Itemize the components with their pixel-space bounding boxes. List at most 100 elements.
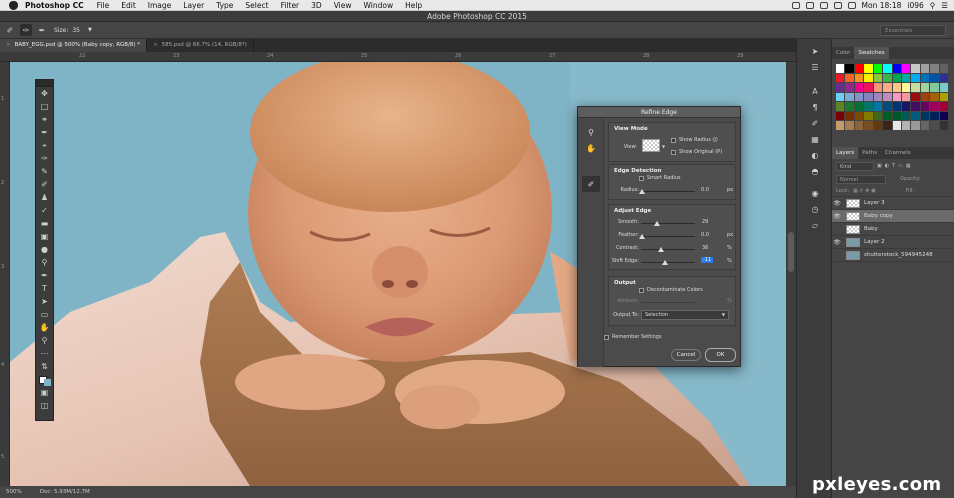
zoom-level[interactable]: 500% [6, 489, 22, 495]
layer-row[interactable]: shutterstock_594945248 [832, 249, 954, 262]
menu-help[interactable]: Help [405, 1, 422, 10]
menu-select[interactable]: Select [245, 1, 268, 10]
layer-comps-icon[interactable]: ▱ [797, 217, 833, 233]
clone-stamp-tool-icon[interactable]: ♟ [36, 191, 53, 204]
color-swatch[interactable] [854, 111, 864, 120]
color-swatch[interactable] [854, 102, 864, 111]
visibility-eye-icon[interactable]: 👁 [832, 213, 842, 220]
tab-layers[interactable]: Layers [832, 147, 859, 159]
layer-row[interactable]: 👁 Layer 3 [832, 197, 954, 210]
pixel-filter-icon[interactable]: ▣ [877, 163, 882, 169]
color-swatch[interactable] [930, 73, 939, 82]
tab-color[interactable]: Color [832, 47, 854, 59]
swap-colors-icon[interactable]: ⇅ [36, 360, 53, 373]
color-swatch[interactable] [911, 83, 920, 92]
vertical-scrollbar[interactable] [786, 62, 796, 486]
wifi-icon[interactable] [819, 2, 828, 9]
color-swatch[interactable] [873, 111, 883, 120]
color-swatch[interactable] [845, 111, 854, 120]
menu-window[interactable]: Window [364, 1, 394, 10]
feather-slider-knob[interactable] [639, 234, 645, 239]
eyedropper-tool-icon[interactable]: ✑ [36, 152, 53, 165]
hand-icon[interactable]: ✋ [578, 140, 604, 156]
size-dropdown-icon[interactable]: ▼ [88, 27, 92, 33]
type-tool-icon[interactable]: T [36, 282, 53, 295]
smooth-slider-knob[interactable] [654, 221, 660, 226]
color-swatch[interactable] [845, 92, 854, 101]
visibility-eye-icon[interactable]: 👁 [832, 200, 842, 207]
color-swatch[interactable] [836, 121, 845, 130]
ok-button[interactable]: OK [705, 348, 736, 362]
color-swatch[interactable] [836, 64, 845, 73]
quick-select-tool-icon[interactable]: ✒ [36, 126, 53, 139]
color-swatch[interactable] [873, 64, 883, 73]
color-swatch[interactable] [892, 102, 901, 111]
smart-object-filter-icon[interactable]: ▦ [906, 163, 911, 169]
color-swatch[interactable] [845, 83, 854, 92]
dialog-title[interactable]: Refine Edge [578, 107, 740, 118]
shift-edge-slider-knob[interactable] [662, 260, 668, 265]
properties-icon[interactable]: ☰ [797, 59, 833, 75]
smooth-value[interactable]: 29 [702, 219, 708, 225]
styles-icon[interactable]: ◓ [797, 163, 833, 179]
output-to-select[interactable]: Selection ▼ [641, 310, 729, 320]
skype-icon[interactable] [791, 2, 800, 9]
gradient-tool-icon[interactable]: ▣ [36, 230, 53, 243]
radius-slider[interactable] [641, 191, 695, 192]
color-swatch[interactable] [864, 73, 873, 82]
menubar-clock[interactable]: Mon 18:18 [862, 1, 902, 10]
cancel-button[interactable]: Cancel [671, 349, 701, 361]
menu-image[interactable]: Image [148, 1, 172, 10]
contrast-slider-knob[interactable] [658, 247, 664, 252]
tab-baby-egg[interactable]: × BABY_EGG.psd @ 500% (Baby copy, RGB/8) … [0, 39, 148, 52]
color-swatch[interactable] [930, 121, 939, 130]
menu-layer[interactable]: Layer [183, 1, 204, 10]
smart-radius-checkbox[interactable] [639, 176, 644, 181]
layer-row[interactable]: 👁 Baby copy [832, 210, 954, 223]
color-swatch[interactable] [930, 64, 939, 73]
lasso-tool-icon[interactable]: ⚭ [36, 113, 53, 126]
tab-585[interactable]: × 585.psd @ 66.7% (14, RGB/8*) [147, 39, 254, 52]
color-swatch[interactable] [930, 92, 939, 101]
app-name-menu[interactable]: Photoshop CC [25, 1, 84, 10]
color-swatch[interactable] [883, 111, 892, 120]
paragraph-icon[interactable]: ¶ [797, 99, 833, 115]
visibility-eye-icon[interactable]: 👁 [832, 239, 842, 246]
close-icon[interactable]: × [6, 42, 11, 48]
feather-slider[interactable] [641, 236, 695, 237]
color-swatch-icon[interactable] [36, 373, 53, 386]
color-swatch[interactable] [911, 102, 920, 111]
color-swatch[interactable] [911, 73, 920, 82]
apple-icon[interactable] [9, 0, 18, 10]
lock-icons[interactable]: ▦ ✐ ✥ ▣ [853, 188, 876, 194]
history-icon[interactable]: ➤ [797, 43, 833, 59]
color-swatch[interactable] [892, 64, 901, 73]
shape-filter-icon[interactable]: ▭ [898, 163, 903, 169]
color-swatch[interactable] [901, 102, 911, 111]
color-swatch[interactable] [939, 121, 948, 130]
color-swatch[interactable] [836, 111, 845, 120]
color-swatch[interactable] [920, 92, 930, 101]
color-swatch[interactable] [939, 92, 948, 101]
brush-tool-icon[interactable]: ✐ [36, 178, 53, 191]
color-swatch[interactable] [892, 111, 901, 120]
color-swatch[interactable] [864, 111, 873, 120]
color-swatch[interactable] [836, 102, 845, 111]
color-swatch[interactable] [920, 64, 930, 73]
color-swatch[interactable] [873, 121, 883, 130]
move-tool-icon[interactable]: ✥ [36, 87, 53, 100]
color-swatch[interactable] [854, 73, 864, 82]
dropbox-icon[interactable] [805, 2, 814, 9]
color-swatch[interactable] [864, 64, 873, 73]
show-original-checkbox[interactable] [671, 150, 676, 155]
size-value[interactable]: 35 [72, 27, 80, 34]
spotlight-icon[interactable]: ⚲ [930, 1, 936, 10]
color-swatch[interactable] [901, 64, 911, 73]
color-swatch[interactable] [911, 64, 920, 73]
zoom-tool-icon[interactable]: ⚲ [36, 334, 53, 347]
blur-tool-icon[interactable]: ● [36, 243, 53, 256]
character-icon[interactable]: A [797, 83, 833, 99]
color-swatch[interactable] [920, 102, 930, 111]
color-swatch[interactable] [873, 73, 883, 82]
tab-paths[interactable]: Paths [858, 147, 881, 159]
